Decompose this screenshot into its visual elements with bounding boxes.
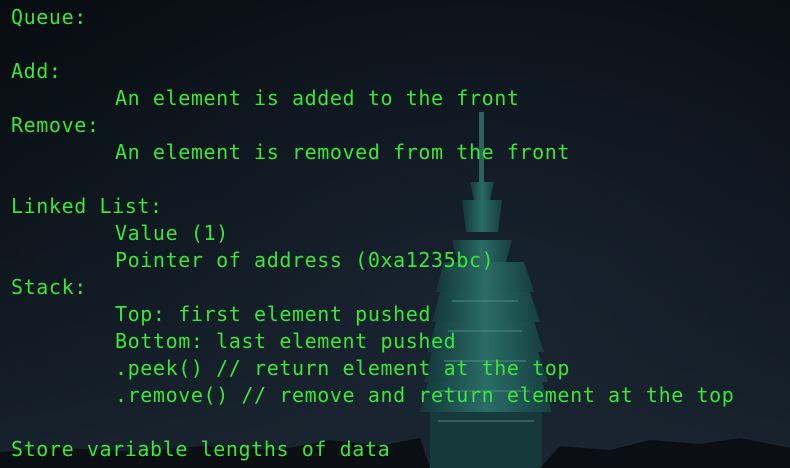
terminal-line: Linked List: [11,194,163,218]
terminal-line: Top: first element pushed [115,302,432,326]
terminal-output: Queue: Add: An element is added to the f… [0,0,790,468]
terminal-line: Stack: [11,275,87,299]
terminal-line: Value (1) [115,221,229,245]
terminal-line: An element is added to the front [115,86,520,110]
terminal-line: Remove: [11,113,100,137]
terminal-line: Pointer of address (0xa1235bc) [115,248,495,272]
terminal-line: Store variable lengths of data [11,437,391,461]
terminal-line: .peek() // return element at the top [115,356,571,380]
terminal-line: An element is removed from the front [115,140,571,164]
terminal-line: Add: [11,59,62,83]
terminal-line: .remove() // remove and return element a… [115,383,735,407]
terminal-line: Bottom: last element pushed [115,329,457,353]
terminal-line: Queue: [11,5,87,29]
